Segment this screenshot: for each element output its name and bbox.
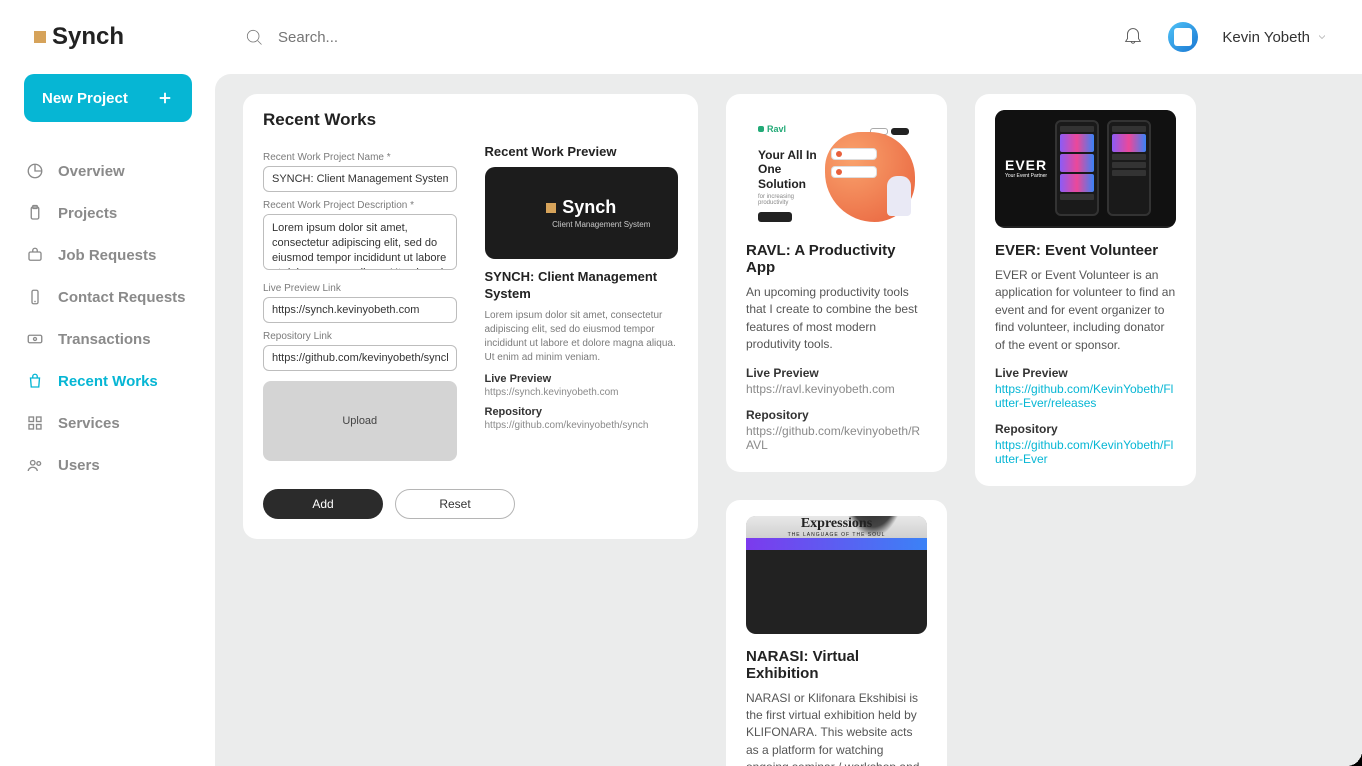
sidebar-item-job-requests[interactable]: Job Requests: [24, 240, 191, 270]
sidebar-item-recent-works[interactable]: Recent Works: [24, 366, 191, 396]
work-thumbnail: EVERYour Event Partner: [995, 110, 1176, 228]
new-project-button[interactable]: New Project: [24, 74, 192, 122]
work-live-label: Live Preview: [995, 366, 1176, 380]
upload-dropzone[interactable]: Upload: [263, 381, 457, 461]
sidebar-item-label: Recent Works: [58, 373, 158, 390]
chevron-down-icon: [1316, 31, 1328, 43]
sidebar-item-projects[interactable]: Projects: [24, 198, 191, 228]
input-live-preview[interactable]: [263, 297, 457, 323]
sidebar-item-overview[interactable]: Overview: [24, 156, 191, 186]
logo-mark-icon: [34, 31, 46, 43]
label-live: Live Preview Link: [263, 283, 457, 294]
sidebar-item-services[interactable]: Services: [24, 408, 191, 438]
work-title: EVER: Event Volunteer: [995, 242, 1176, 259]
user-name-label: Kevin Yobeth: [1222, 29, 1310, 46]
avatar-icon: [1174, 28, 1192, 46]
work-card[interactable]: RavlYour All InOne Solutionfor increasin…: [726, 94, 947, 472]
work-repo-value[interactable]: https://github.com/KevinYobeth/Flutter-E…: [995, 438, 1176, 466]
topbar: Synch Kevin Yobeth: [0, 0, 1362, 74]
bell-icon: [1122, 24, 1144, 46]
preview-live-label: Live Preview: [485, 373, 679, 385]
work-repo-label: Repository: [995, 422, 1176, 436]
users-icon: [26, 456, 44, 474]
work-repo-label: Repository: [746, 408, 927, 422]
reset-button[interactable]: Reset: [395, 489, 515, 519]
sidebar-item-label: Transactions: [58, 331, 151, 348]
add-button[interactable]: Add: [263, 489, 383, 519]
preview-description: Lorem ipsum dolor sit amet, consectetur …: [485, 309, 679, 365]
recent-works-form-card: Recent Works Recent Work Project Name * …: [243, 94, 698, 539]
preview-heading: Recent Work Preview: [485, 144, 679, 159]
user-menu[interactable]: Kevin Yobeth: [1222, 29, 1328, 46]
brand-name: Synch: [52, 23, 124, 51]
preview-repo-label: Repository: [485, 406, 679, 418]
sidebar-item-transactions[interactable]: Transactions: [24, 324, 191, 354]
upload-label: Upload: [342, 415, 377, 427]
plus-icon: [156, 89, 174, 107]
label-repo: Repository Link: [263, 331, 457, 342]
sidebar-item-label: Contact Requests: [58, 289, 186, 306]
search-input[interactable]: [278, 29, 578, 46]
search-icon: [244, 27, 264, 47]
work-repo-value: https://github.com/kevinyobeth/RAVL: [746, 424, 927, 452]
work-description: NARASI or Klifonara Ekshibisi is the fir…: [746, 690, 927, 766]
form-heading: Recent Works: [263, 110, 678, 130]
work-title: RAVL: A Productivity App: [746, 242, 927, 276]
work-live-value: https://ravl.kevinyobeth.com: [746, 382, 927, 396]
work-title: NARASI: Virtual Exhibition: [746, 648, 927, 682]
sidebar-item-label: Users: [58, 457, 100, 474]
preview-title: SYNCH: Client Management System: [485, 269, 679, 303]
notifications-button[interactable]: [1122, 24, 1144, 51]
briefcase-icon: [26, 246, 44, 264]
content: Recent Works Recent Work Project Name * …: [215, 74, 1362, 766]
sidebar-item-users[interactable]: Users: [24, 450, 191, 480]
phone-icon: [26, 288, 44, 306]
label-name: Recent Work Project Name *: [263, 152, 457, 163]
brand-logo[interactable]: Synch: [34, 23, 124, 51]
preview-image: Synch Client Management System: [485, 167, 679, 259]
input-repository[interactable]: [263, 345, 457, 371]
work-live-label: Live Preview: [746, 366, 927, 380]
work-description: An upcoming productivity tools that I cr…: [746, 284, 927, 354]
search[interactable]: [244, 27, 578, 47]
work-description: EVER or Event Volunteer is an applicatio…: [995, 267, 1176, 354]
grid-icon: [26, 414, 44, 432]
preview-live-value: https://synch.kevinyobeth.com: [485, 387, 679, 398]
input-project-name[interactable]: [263, 166, 457, 192]
label-description: Recent Work Project Description *: [263, 200, 457, 211]
logo-mark-icon: [546, 203, 556, 213]
banknote-icon: [26, 330, 44, 348]
work-card[interactable]: ExpressionsTHE LANGUAGE OF THE SOUL NARAS…: [726, 500, 947, 766]
work-thumbnail: ExpressionsTHE LANGUAGE OF THE SOUL: [746, 516, 927, 634]
input-project-description[interactable]: [263, 214, 457, 270]
sidebar-item-label: Projects: [58, 205, 117, 222]
bag-icon: [26, 372, 44, 390]
avatar[interactable]: [1168, 22, 1198, 52]
sidebar-item-label: Services: [58, 415, 120, 432]
work-thumbnail: RavlYour All InOne Solutionfor increasin…: [746, 110, 927, 228]
sidebar-item-label: Job Requests: [58, 247, 156, 264]
pie-icon: [26, 162, 44, 180]
sidebar: New Project Overview Projects Job Requests…: [0, 74, 215, 766]
sidebar-item-label: Overview: [58, 163, 125, 180]
preview-repo-value: https://github.com/kevinyobeth/synch: [485, 420, 679, 431]
new-project-label: New Project: [42, 90, 128, 107]
work-card[interactable]: EVERYour Event Partner EVER: Event Volunt…: [975, 94, 1196, 486]
work-live-value[interactable]: https://github.com/KevinYobeth/Flutter-E…: [995, 382, 1176, 410]
clipboard-icon: [26, 204, 44, 222]
sidebar-item-contact-requests[interactable]: Contact Requests: [24, 282, 191, 312]
